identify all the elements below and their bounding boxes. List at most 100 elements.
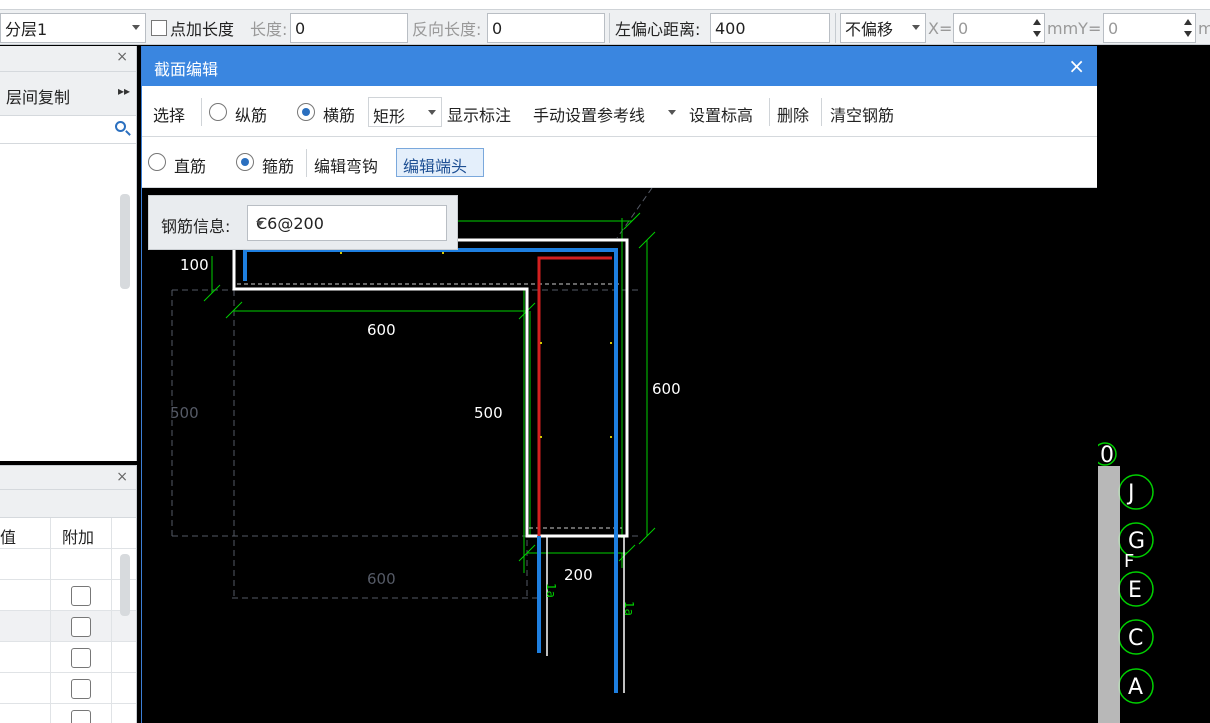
show-annotations-button[interactable]: 显示标注 — [447, 102, 511, 126]
stirrup-outline — [232, 238, 629, 693]
section-canvas[interactable]: 100 600 500 500 600 200 600 1a 1a 钢筋信息: … — [142, 188, 1098, 723]
toolbar-separator — [835, 13, 836, 43]
dim-100-text: 100 — [180, 256, 209, 274]
scrollbar-thumb[interactable] — [120, 194, 130, 289]
table-row[interactable] — [0, 673, 136, 704]
floor-copy-button[interactable]: 层间复制 — [6, 84, 70, 108]
table-row[interactable] — [0, 549, 136, 580]
toolbar-separator — [821, 98, 822, 126]
dialog-titlebar: 截面编辑 × — [142, 46, 1097, 86]
straight-label[interactable]: 直筋 — [174, 153, 206, 177]
set-elevation-button[interactable]: 设置标高 — [689, 102, 753, 126]
attach-checkbox[interactable] — [71, 710, 91, 723]
reverse-length-field[interactable]: 0 — [487, 13, 605, 43]
dim-600-top-text: 600 — [367, 321, 396, 339]
dialog-toolbar-1: 选择 纵筋 横筋 矩形 显示标注 手动设置参考线 设置标高 删除 清空钢筋 — [142, 86, 1097, 137]
dimension-lines — [203, 212, 656, 573]
search-input[interactable] — [0, 116, 136, 144]
offset-mode-select[interactable]: 不偏移 — [840, 13, 926, 43]
table-row[interactable] — [0, 611, 136, 642]
attach-checkbox[interactable] — [71, 617, 91, 637]
scrollbar-thumb[interactable] — [120, 554, 130, 616]
x-label: X= — [928, 18, 953, 38]
clear-rebar-button[interactable]: 清空钢筋 — [830, 102, 894, 126]
rebar-info-select[interactable]: C6@200 — [247, 205, 447, 241]
attach-checkbox[interactable] — [71, 648, 91, 668]
transverse-radio[interactable] — [297, 103, 315, 121]
shape-select[interactable]: 矩形 — [368, 97, 442, 127]
axis-label: E — [1128, 578, 1142, 603]
chevron-down-icon — [132, 25, 140, 30]
chevron-down-icon[interactable] — [668, 110, 676, 115]
axis-grid-labels: 0 J G F E C A — [1093, 442, 1154, 723]
table-row[interactable] — [0, 642, 136, 673]
length-field[interactable]: 0 — [290, 13, 408, 43]
dim-500-inner-text: 500 — [474, 404, 503, 422]
edit-end-button[interactable]: 编辑端头 — [396, 148, 484, 177]
dim-200-text: 200 — [564, 566, 593, 584]
dim-500-left-text: 500 — [170, 404, 199, 422]
stirrup-radio[interactable] — [236, 153, 254, 171]
column-header-attach: 附加 — [52, 518, 112, 549]
rebar-info-value: C6@200 — [256, 214, 324, 233]
floor-copy-row[interactable]: 层间复制 ▸▸ — [0, 72, 136, 116]
chevron-down-icon — [912, 25, 920, 30]
axis-label: F — [1124, 551, 1134, 572]
panel-header: × — [0, 466, 136, 490]
expand-more-icon[interactable]: ▸▸ — [118, 84, 130, 98]
transverse-label[interactable]: 横筋 — [323, 102, 355, 126]
left-offset-field[interactable]: 400 — [710, 13, 830, 43]
main-viewport-edge[interactable]: 0 J G F E C A — [1093, 46, 1210, 723]
attach-checkbox[interactable] — [71, 679, 91, 699]
edit-end-label: 编辑端头 — [403, 157, 468, 176]
left-offset-label: 左偏心距离: — [615, 20, 701, 39]
x-field[interactable]: 0 — [953, 13, 1045, 43]
dialog-title: 截面编辑 — [154, 60, 219, 79]
search-icon[interactable] — [115, 121, 126, 132]
reverse-length-value: 0 — [492, 18, 503, 38]
la-label-1: 1a — [544, 583, 558, 598]
chevron-down-icon — [256, 221, 264, 226]
attach-checkbox[interactable] — [71, 586, 91, 606]
toolbar-separator — [306, 149, 307, 177]
column-header-value: 值 — [0, 518, 51, 549]
table-row[interactable] — [0, 704, 136, 723]
add-length-toggle[interactable]: 点加长度 — [151, 13, 234, 43]
rebar-blue — [243, 248, 618, 693]
top-toolbar: 分层1 点加长度 长度: 0 反向长度: 0 左偏心距离: 400 不偏移 X=… — [0, 0, 1210, 45]
spinner-icon[interactable] — [1033, 17, 1041, 39]
reverse-length-label: 反向长度: — [412, 20, 482, 39]
spinner-icon[interactable] — [1184, 17, 1192, 39]
delete-button[interactable]: 删除 — [777, 102, 809, 126]
stirrup-label[interactable]: 箍筋 — [262, 153, 294, 177]
toolbar-top-strip — [0, 0, 1210, 10]
layer-select[interactable]: 分层1 — [0, 13, 146, 43]
toolbar-separator — [201, 98, 202, 126]
panel-toolbar — [0, 490, 136, 518]
close-icon[interactable]: × — [116, 469, 128, 485]
close-icon[interactable]: × — [1068, 54, 1085, 78]
longitudinal-label[interactable]: 纵筋 — [235, 102, 267, 126]
length-value: 0 — [295, 18, 306, 38]
mmy-label: mmY= — [1047, 18, 1102, 38]
add-length-checkbox[interactable] — [151, 20, 167, 36]
rebar-red — [537, 256, 612, 536]
longitudinal-radio[interactable] — [209, 103, 227, 121]
left-panel-properties: × 值 附加 — [0, 465, 137, 723]
edit-hook-button[interactable]: 编辑弯钩 — [314, 153, 378, 177]
manual-ref-line-button[interactable]: 手动设置参考线 — [533, 102, 645, 126]
shape-value: 矩形 — [373, 107, 406, 126]
chevron-down-icon — [428, 110, 436, 115]
select-button[interactable]: 选择 — [153, 102, 185, 126]
dim-600-right-text: 600 — [652, 380, 681, 398]
table-row[interactable] — [0, 580, 136, 611]
left-panel-layers: × 层间复制 ▸▸ — [0, 46, 137, 461]
close-icon[interactable]: × — [116, 49, 128, 65]
rebar-info-label: 钢筋信息: — [161, 217, 231, 236]
toolbar-separator — [609, 13, 610, 43]
straight-radio[interactable] — [148, 153, 166, 171]
y-field[interactable]: 0 — [1103, 13, 1196, 43]
left-offset-value: 400 — [715, 18, 746, 38]
section-drawing[interactable]: 100 600 500 500 600 200 600 1a 1a — [142, 188, 1098, 723]
layer-select-value: 分层1 — [5, 20, 48, 39]
